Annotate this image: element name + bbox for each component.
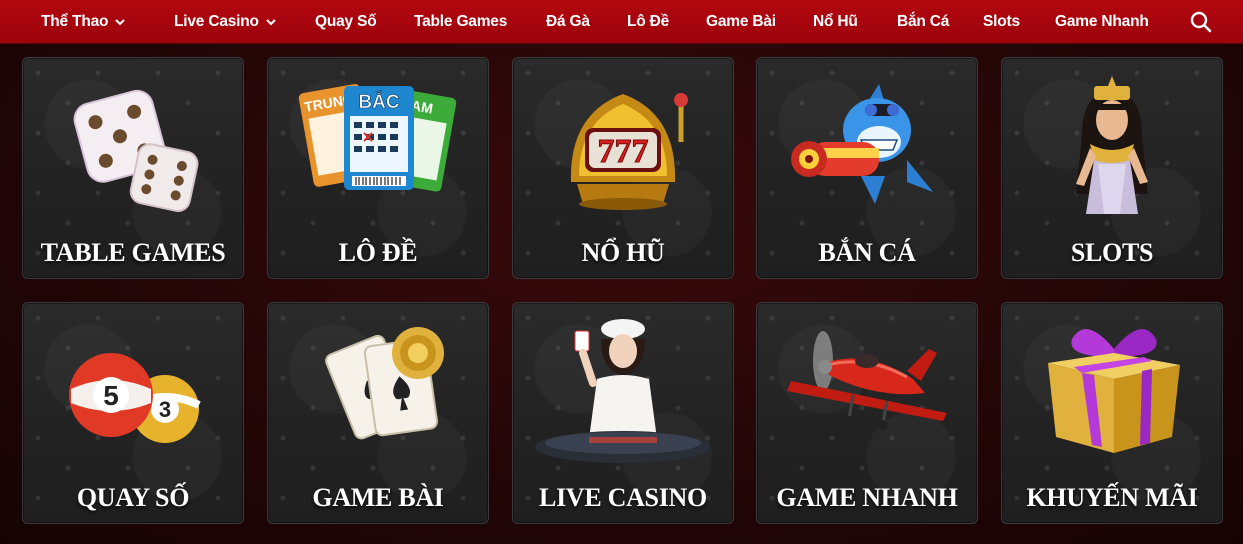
card-label: GAME BÀI bbox=[312, 483, 444, 512]
nav-item-live-casino[interactable]: Live Casino bbox=[174, 0, 277, 43]
nav-item-game-bai[interactable]: Game Bài bbox=[706, 0, 776, 43]
card-lo-de[interactable]: TRUNG NAM BẮC LÔ ĐỀ bbox=[267, 57, 489, 279]
nav-item-label: Thể Thao bbox=[41, 12, 109, 30]
slot-reel-text: 777 bbox=[598, 133, 649, 170]
card-khuyen-mai[interactable]: KHUYẾN MÃI bbox=[1001, 302, 1223, 524]
nav-item-label: Table Games bbox=[414, 12, 508, 30]
airplane-icon bbox=[787, 331, 947, 430]
nav-item-label: Đá Gà bbox=[546, 12, 590, 30]
chevron-down-icon bbox=[266, 18, 276, 25]
slot-machine-icon: 777 bbox=[570, 93, 688, 210]
card-slots[interactable]: SLOTS bbox=[1001, 57, 1223, 279]
dice-icon bbox=[73, 89, 199, 212]
ball-number: 5 bbox=[103, 380, 119, 411]
gift-box-icon bbox=[1048, 329, 1180, 453]
search-icon[interactable] bbox=[1189, 10, 1213, 34]
nav-item-no-hu[interactable]: Nổ Hũ bbox=[813, 0, 858, 43]
nav-item-da-ga[interactable]: Đá Gà bbox=[546, 0, 590, 43]
nav-item-lo-de[interactable]: Lô Đề bbox=[627, 0, 669, 43]
nav-item-ban-ca[interactable]: Bắn Cá bbox=[897, 0, 949, 43]
nav-item-label: Nổ Hũ bbox=[813, 12, 858, 30]
ball-number: 3 bbox=[159, 397, 171, 422]
card-table-games[interactable]: TABLE GAMES bbox=[22, 57, 244, 279]
nav-item-label: Game Bài bbox=[706, 12, 776, 30]
card-quay-so[interactable]: 3 5 QUAY SỐ bbox=[22, 302, 244, 524]
card-label: GAME NHANH bbox=[776, 483, 958, 512]
chevron-down-icon bbox=[115, 18, 126, 25]
card-label: LIVE CASINO bbox=[539, 483, 707, 512]
card-ban-ca[interactable]: BẮN CÁ bbox=[756, 57, 978, 279]
nav-item-label: Quay Số bbox=[315, 12, 377, 30]
card-label: LÔ ĐỀ bbox=[338, 238, 418, 267]
nav-item-label: Slots bbox=[983, 12, 1020, 30]
nav-item-label: Lô Đề bbox=[627, 12, 670, 30]
shark-icon bbox=[791, 84, 933, 204]
card-label: KHUYẾN MÃI bbox=[1026, 483, 1198, 512]
nav-item-slots[interactable]: Slots bbox=[983, 0, 1020, 43]
nav-item-quay-so[interactable]: Quay Số bbox=[315, 0, 377, 43]
playing-cards-icon bbox=[325, 327, 444, 440]
top-navigation: Thể Thao Live Casino Quay Số Table Games… bbox=[0, 0, 1243, 44]
nav-item-game-nhanh[interactable]: Game Nhanh bbox=[1055, 0, 1149, 43]
card-no-hu[interactable]: 777 NỔ HŨ bbox=[512, 57, 734, 279]
card-game-nhanh[interactable]: GAME NHANH bbox=[756, 302, 978, 524]
card-live-casino[interactable]: LIVE CASINO bbox=[512, 302, 734, 524]
dealer-icon bbox=[535, 319, 711, 463]
card-label: SLOTS bbox=[1070, 238, 1154, 267]
card-label: NỔ HŨ bbox=[581, 238, 665, 267]
nav-item-label: Bắn Cá bbox=[897, 12, 950, 30]
card-label: BẮN CÁ bbox=[818, 238, 916, 267]
nav-item-table-games[interactable]: Table Games bbox=[414, 0, 507, 43]
card-game-bai[interactable]: GAME BÀI bbox=[267, 302, 489, 524]
nav-item-the-thao[interactable]: Thể Thao bbox=[41, 0, 126, 43]
lottery-tickets-icon: TRUNG NAM BẮC bbox=[298, 84, 457, 192]
card-label: QUAY SỐ bbox=[76, 483, 190, 512]
cleopatra-icon bbox=[1076, 76, 1148, 214]
lottery-balls-icon: 3 5 bbox=[69, 353, 201, 443]
card-label: TABLE GAMES bbox=[40, 238, 226, 267]
ticket-label: BẮC bbox=[358, 91, 399, 113]
nav-item-label: Live Casino bbox=[174, 12, 259, 30]
nav-item-label: Game Nhanh bbox=[1055, 12, 1149, 30]
